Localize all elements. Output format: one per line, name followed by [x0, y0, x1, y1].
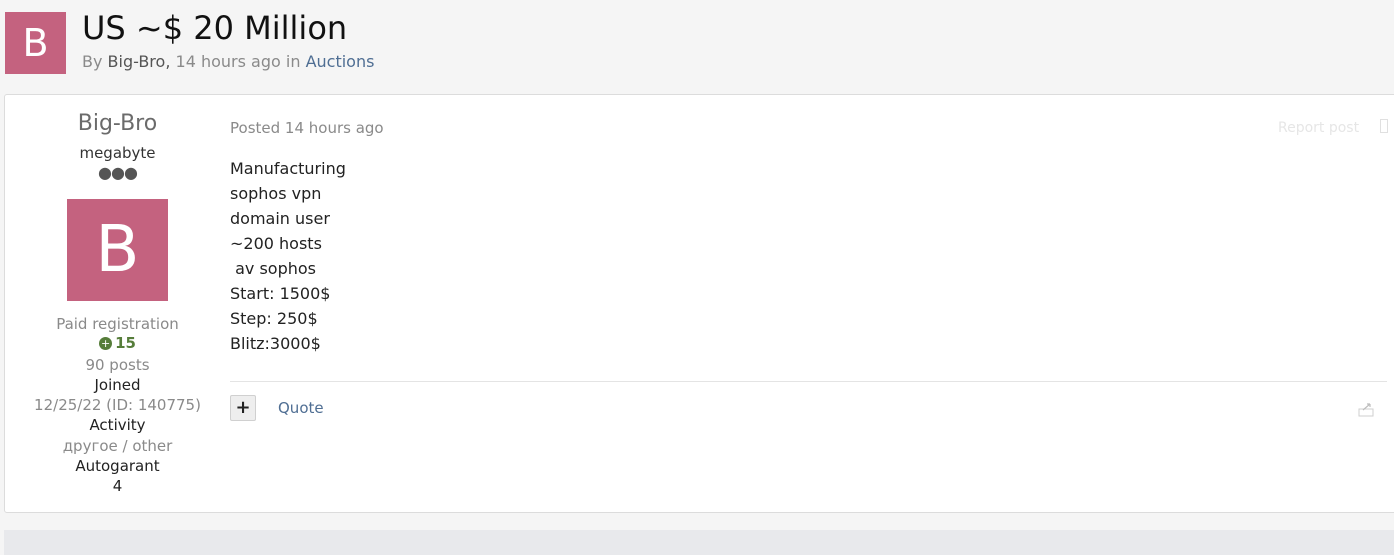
topic-author-link[interactable]: Big-Bro	[108, 52, 166, 71]
post-body-line: domain user	[230, 209, 330, 228]
activity-label: Activity	[89, 416, 146, 434]
autogarant-value: 4	[5, 477, 230, 495]
author-name[interactable]: Big-Bro	[5, 111, 230, 136]
autogarant-label: Autogarant	[75, 457, 160, 475]
author-rank: megabyte	[79, 144, 156, 162]
post-body-line: sophos vpn	[230, 184, 322, 203]
in-label: in	[285, 52, 301, 71]
reputation-value: 15	[115, 334, 136, 352]
author-group: Paid registration	[56, 315, 179, 333]
post-body: Manufacturing sophos vpn domain user ~20…	[230, 159, 346, 359]
post-body-line: Manufacturing	[230, 159, 346, 178]
post-body-line: Step: 250$	[230, 309, 318, 328]
post-body-line: Blitz:3000$	[230, 334, 321, 353]
post-body-line: ~200 hosts	[230, 234, 322, 253]
report-post-link[interactable]: Report post	[1278, 120, 1359, 136]
topic-byline: By Big-Bro, 14 hours ago in Auctions	[82, 52, 374, 71]
post-body-line: Start: 1500$	[230, 284, 331, 303]
topic-time: 14 hours ago	[175, 52, 281, 71]
by-label: By	[82, 52, 103, 71]
post-menu-icon[interactable]	[1380, 119, 1388, 133]
author-reputation: +15	[5, 334, 230, 352]
activity-value: другое / other	[62, 437, 173, 455]
joined-value: 12/25/22 (ID: 140775)	[34, 396, 201, 414]
joined-label: Joined	[94, 376, 141, 394]
post-divider	[230, 381, 1387, 382]
quote-button[interactable]: Quote	[278, 399, 324, 417]
share-icon[interactable]	[1358, 401, 1376, 417]
topic-header: B US ~$ 20 Million By Big-Bro, 14 hours …	[0, 0, 1394, 92]
topic-author-avatar[interactable]: B	[5, 12, 66, 74]
plus-circle-icon: +	[99, 337, 113, 350]
post-card: Big-Bro megabyte ●●● B Paid registration…	[4, 94, 1394, 513]
multiquote-button[interactable]: +	[230, 395, 256, 421]
autogarant-count: 4	[112, 477, 123, 495]
post-timestamp: Posted 14 hours ago	[230, 119, 384, 137]
post-content: Posted 14 hours ago Report post Manufact…	[230, 95, 1394, 514]
rank-pips: ●●●	[98, 163, 138, 182]
author-posts: 90 posts	[85, 356, 150, 374]
post-body-line: av sophos	[230, 259, 316, 278]
next-section-bar	[4, 530, 1394, 555]
author-avatar[interactable]: B	[67, 199, 168, 301]
forum-link[interactable]: Auctions	[306, 52, 375, 71]
byline-separator: ,	[165, 52, 171, 71]
topic-title: US ~$ 20 Million	[82, 9, 348, 47]
